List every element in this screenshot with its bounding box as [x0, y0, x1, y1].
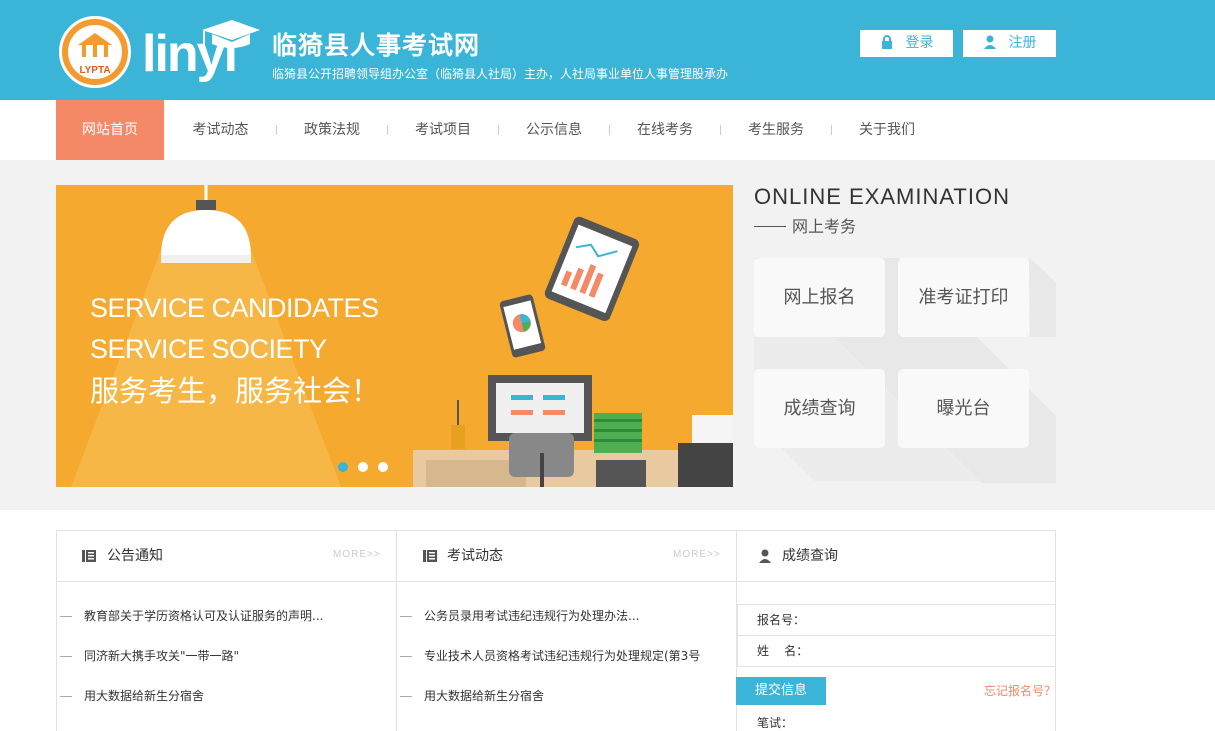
exam-news-item-2[interactable]: 专业技术人员资格考试违纪违规行为处理规定(第3号	[424, 648, 700, 664]
tile-admission-ticket[interactable]: 准考证打印	[898, 258, 1029, 337]
list-bullet	[400, 616, 412, 617]
nav-item-home[interactable]: 网站首页	[56, 100, 164, 160]
carousel-dot-3[interactable]	[378, 462, 388, 472]
news-icon	[82, 550, 96, 562]
slogan-english-2: SERVICE SOCIETY	[90, 334, 327, 364]
lock-icon	[881, 35, 892, 49]
register-button[interactable]: 注册	[963, 30, 1056, 57]
site-logo[interactable]: LYPTA	[59, 16, 131, 88]
carousel-dot-2[interactable]	[358, 462, 368, 472]
written-score-label: 笔试：	[757, 716, 794, 730]
nav-item-candidate-service[interactable]: 考生服务	[721, 100, 831, 160]
register-label: 注册	[1008, 35, 1037, 51]
name-field[interactable]: 姓 名：	[757, 643, 808, 659]
online-exam-subtitle: 网上考务	[754, 216, 856, 238]
tile-exposure[interactable]: 曝光台	[898, 369, 1029, 448]
tile-score-query[interactable]: 成绩查询	[754, 369, 885, 448]
notice-item-3[interactable]: 用大数据给新生分宿舍	[84, 688, 204, 704]
nav-item-public-info[interactable]: 公示信息	[499, 100, 609, 160]
notice-item-1[interactable]: 教育部关于学历资格认可及认证服务的声明...	[84, 608, 323, 624]
slogan-english-1: SERVICE CANDIDATES	[90, 293, 379, 323]
list-bullet	[60, 656, 72, 657]
site-subtitle: 临猗县公开招聘领导组办公室（临猗县人社局）主办，人社局事业单位人事管理股承办	[272, 67, 729, 81]
submit-button[interactable]: 提交信息	[736, 677, 826, 705]
notices-more-link[interactable]: MORE>>	[333, 549, 381, 561]
list-bullet	[400, 656, 412, 657]
site-title: 临猗县人事考试网	[272, 31, 481, 60]
online-exam-title: ONLINE EXAMINATION	[754, 184, 1010, 209]
exam-news-item-3[interactable]: 用大数据给新生分宿舍	[424, 688, 544, 704]
exam-news-item-1[interactable]: 公务员录用考试违纪违规行为处理办法...	[424, 608, 639, 624]
forgot-reg-number-link[interactable]: 忘记报名号？	[984, 683, 1056, 699]
nav-item-policy[interactable]: 政策法规	[277, 100, 387, 160]
online-exam-subtitle-text: 网上考务	[792, 217, 857, 236]
list-bullet	[60, 696, 72, 697]
notices-title: 公告通知	[107, 548, 163, 564]
exam-news-title: 考试动态	[447, 548, 503, 564]
nav-item-exam-news[interactable]: 考试动态	[165, 100, 276, 160]
main-nav: 网站首页 考试动态 政策法规 考试项目 公示信息 在线考务 考生服务 关于我们	[0, 100, 1215, 160]
login-button[interactable]: 登录	[860, 30, 953, 57]
exam-news-more-link[interactable]: MORE>>	[673, 549, 721, 561]
nav-item-online-exam[interactable]: 在线考务	[610, 100, 720, 160]
score-query-title: 成绩查询	[782, 548, 838, 564]
user-icon	[759, 549, 771, 563]
reg-number-field[interactable]: 报名号：	[757, 612, 805, 628]
slogan-chinese: 服务考生，服务社会！	[90, 374, 381, 408]
panel-header-line	[56, 581, 1056, 582]
carousel-dot-1[interactable]	[338, 462, 348, 472]
nav-item-about[interactable]: 关于我们	[832, 100, 942, 160]
login-label: 登录	[905, 35, 934, 51]
form-divider	[737, 635, 1056, 636]
list-bullet	[400, 696, 412, 697]
panel-divider	[396, 530, 397, 731]
site-header: LYPTA linyi 临猗县人事考试网 临猗县公开招聘领导组办公室（临猗县人社…	[0, 0, 1215, 100]
tile-online-registration[interactable]: 网上报名	[754, 258, 885, 337]
subtitle-dash	[754, 226, 786, 227]
user-icon	[983, 35, 996, 49]
nav-item-exam-projects[interactable]: 考试项目	[388, 100, 498, 160]
logo-inner: LYPTA	[68, 25, 122, 79]
list-bullet	[60, 616, 72, 617]
notice-item-2[interactable]: 同济新大携手攻关"一带一路"	[84, 648, 239, 664]
tent-icon	[78, 33, 112, 57]
logo-text: LYPTA	[79, 65, 111, 76]
news-icon	[423, 550, 437, 562]
hero-banner[interactable]: SERVICE CANDIDATES SERVICE SOCIETY 服务考生，…	[56, 185, 733, 487]
graduation-cap-icon	[202, 20, 260, 48]
